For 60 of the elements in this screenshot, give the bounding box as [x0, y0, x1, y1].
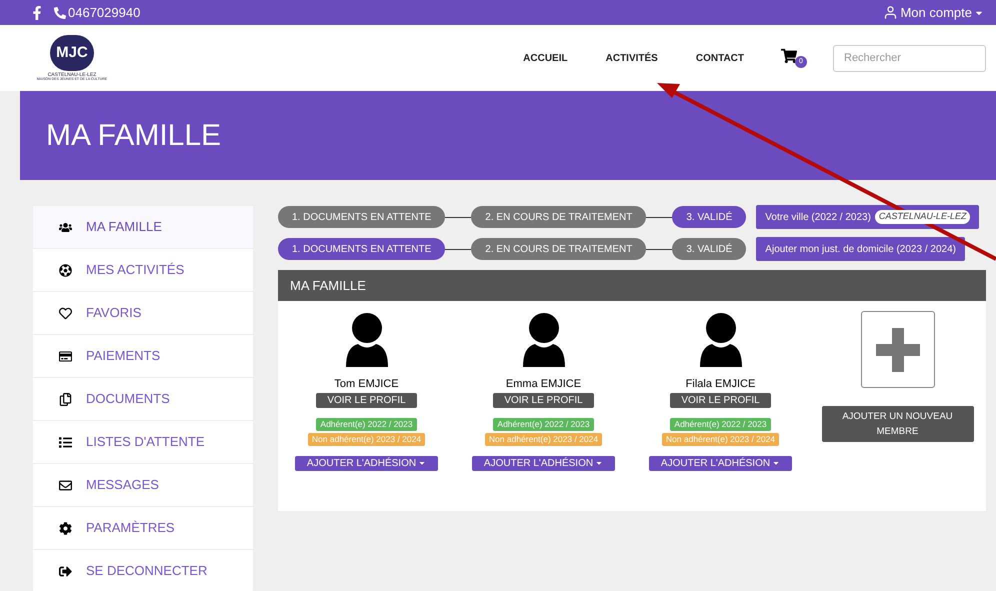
- add-member-button[interactable]: AJOUTER UN NOUVEAU MEMBRE: [822, 406, 974, 442]
- add-member-tile[interactable]: [860, 311, 934, 388]
- user-icon: [883, 5, 898, 20]
- caret-icon: [772, 459, 780, 467]
- sidebar-item[interactable]: SE DECONNECTER: [33, 550, 253, 591]
- list-icon: [59, 436, 72, 448]
- view-profile-button[interactable]: VOIR LE PROFIL: [670, 392, 771, 408]
- search-field[interactable]: Rechercher: [833, 44, 986, 72]
- membership-badge: Non adhérent(e) 2023 / 2024: [484, 432, 602, 446]
- sidebar-item[interactable]: DOCUMENTS: [33, 378, 253, 421]
- membership-badge: Adhérent(e) 2022 / 2023: [670, 418, 771, 430]
- person-silhouette-icon: [698, 311, 744, 367]
- plus-icon: [874, 326, 922, 374]
- sidebar-item[interactable]: FAVORIS: [33, 292, 253, 335]
- membership-badge: Adhérent(e) 2022 / 2023: [493, 418, 594, 430]
- phone-number: 0467029940: [68, 4, 140, 22]
- view-profile-button[interactable]: VOIR LE PROFIL: [493, 392, 594, 408]
- settings-icon: [59, 522, 72, 534]
- sidebar-item[interactable]: MESSAGES: [33, 464, 253, 507]
- member-name: Tom EMJICE: [334, 377, 399, 392]
- view-profile-button[interactable]: VOIR LE PROFIL: [316, 392, 417, 408]
- sidebar-item[interactable]: MES ACTIVITÉS: [33, 249, 253, 292]
- credit-card-icon: [59, 350, 72, 362]
- phone-icon: [54, 6, 66, 18]
- person-silhouette-icon: [520, 311, 566, 367]
- member-name: Emma EMJICE: [506, 377, 582, 392]
- panel-title: MA FAMILLE: [290, 276, 366, 295]
- sidebar-item[interactable]: PAIEMENTS: [33, 335, 253, 378]
- membership-badge: Non adhérent(e) 2023 / 2024: [662, 432, 780, 446]
- status-step: 2. EN COURS DE TRAITEMENT: [471, 238, 646, 260]
- copy-icon: [59, 392, 72, 406]
- status-step: 3. VALIDÉ: [672, 206, 746, 228]
- member-name: Filala EMJICE: [686, 377, 756, 392]
- caret-icon: [595, 459, 604, 467]
- account-menu[interactable]: Mon compte: [883, 2, 984, 22]
- caret-icon: [418, 459, 426, 467]
- nav-link[interactable]: ACTIVITÉS: [606, 50, 658, 66]
- page-title: MA FAMILLE: [46, 118, 222, 154]
- status-step: 3. VALIDÉ: [672, 238, 746, 260]
- users-icon: [59, 220, 72, 234]
- nav-link[interactable]: CONTACT: [696, 50, 744, 66]
- membership-badge: Non adhérent(e) 2023 / 2024: [308, 432, 426, 446]
- status-step: 1. DOCUMENTS EN ATTENTE: [278, 206, 446, 228]
- add-membership-button[interactable]: AJOUTER L'ADHÉSION: [472, 456, 616, 470]
- facebook-icon[interactable]: [32, 6, 42, 20]
- logout-icon: [59, 564, 72, 578]
- add-membership-button[interactable]: AJOUTER L'ADHÉSION: [294, 456, 438, 470]
- membership-badge: Adhérent(e) 2022 / 2023: [316, 418, 417, 430]
- person-silhouette-icon: [344, 311, 390, 367]
- nav-link[interactable]: ACCUEIL: [523, 50, 568, 66]
- document-action-button[interactable]: Ajouter mon just. de domicile (2023 / 2024): [756, 237, 965, 261]
- status-step: 2. EN COURS DE TRAITEMENT: [471, 206, 646, 228]
- sidebar-item[interactable]: PARAMÈTRES: [33, 507, 253, 550]
- sidebar-item[interactable]: MA FAMILLE: [33, 206, 253, 249]
- sidebar-item[interactable]: LISTES D'ATTENTE: [33, 421, 253, 464]
- heart-icon: [59, 306, 72, 320]
- status-step: 1. DOCUMENTS EN ATTENTE: [278, 238, 446, 260]
- add-membership-button[interactable]: AJOUTER L'ADHÉSION: [648, 456, 792, 470]
- envelope-icon: [59, 478, 72, 492]
- document-action-button[interactable]: Votre ville (2022 / 2023) CASTELNAU-LE-LEZ: [756, 205, 980, 229]
